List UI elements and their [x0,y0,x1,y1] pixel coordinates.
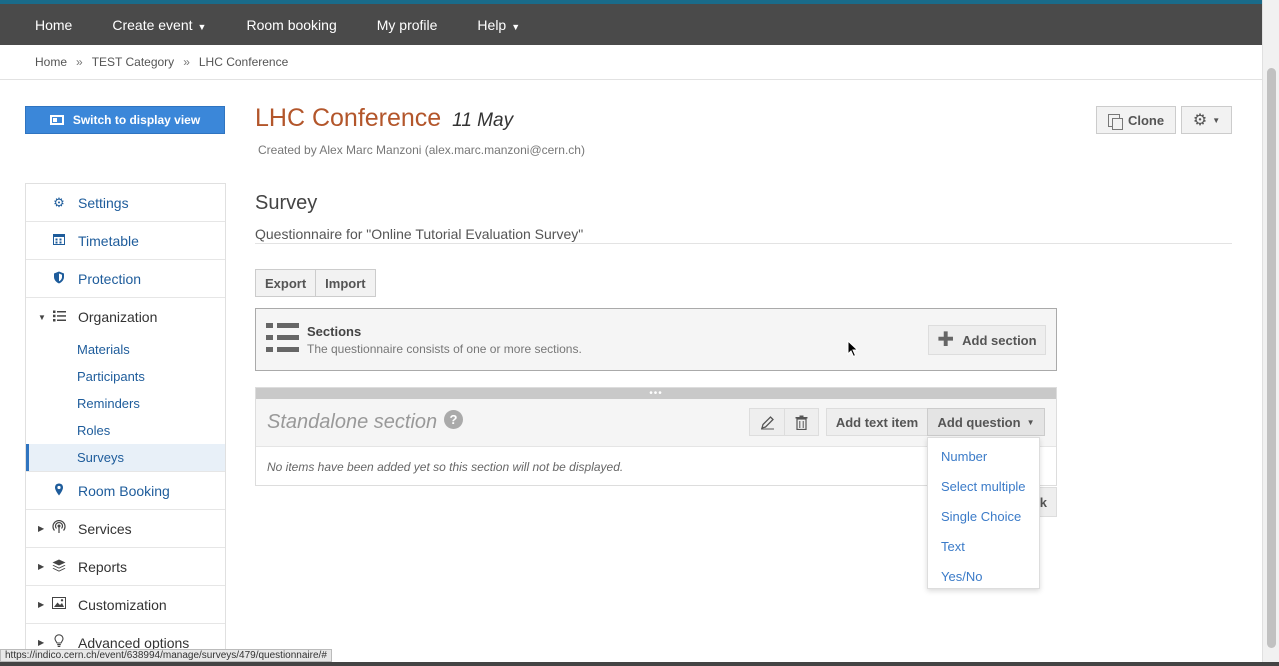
sidebar-item-services[interactable]: ▶ Services [26,510,225,548]
sections-info-box: Sections The questionnaire consists of o… [255,308,1057,371]
caret-down-icon: ▼ [1026,417,1035,427]
broadcast-icon [52,519,66,537]
caret-right-icon: ▶ [38,524,45,533]
plus-icon: ✚ [937,329,955,351]
clone-button[interactable]: Clone [1096,106,1176,134]
nav-create-event[interactable]: Create event ▼ [112,17,206,33]
calendar-icon [52,233,66,248]
event-settings-dropdown-button[interactable]: ⚙ ▼ [1181,106,1232,134]
created-by-text: Created by Alex Marc Manzoni (alex.marc.… [258,143,585,157]
nav-help[interactable]: Help ▼ [477,17,520,33]
question-type-number[interactable]: Number [928,441,1039,471]
empty-section-message: No items have been added yet so this sec… [267,460,624,474]
location-pin-icon [52,483,66,499]
question-type-select-multiple[interactable]: Select multiple [928,471,1039,501]
sidebar-item-reports[interactable]: ▶ Reports [26,548,225,586]
breadcrumb-separator: » [76,55,83,69]
browser-status-url: https://indico.cern.ch/event/638994/mana… [0,649,332,662]
event-title: LHC Conference [255,104,442,132]
scrollbar-thumb[interactable] [1267,68,1276,648]
question-type-single-choice[interactable]: Single Choice [928,501,1039,531]
trash-icon [795,415,808,430]
section-tools [749,408,819,436]
caret-down-icon: ▼ [511,21,521,32]
pencil-icon [760,415,774,429]
image-icon [52,597,66,612]
delete-section-button[interactable] [784,409,818,435]
caret-right-icon: ▶ [38,638,45,647]
page-title: LHC Conference 11 May [255,104,513,133]
gear-icon: ⚙ [1192,112,1208,129]
divider [255,243,1232,244]
breadcrumb-event[interactable]: LHC Conference [199,55,288,69]
display-icon [49,115,64,125]
caret-right-icon: ▶ [38,600,45,609]
sections-description: The questionnaire consists of one or mor… [307,342,582,356]
mouse-cursor-icon [847,340,859,358]
section-title: Standalone section [267,411,438,433]
sidebar-subitem-reminders[interactable]: Reminders [26,390,225,417]
sidebar-item-room-booking[interactable]: Room Booking [26,472,225,510]
export-button[interactable]: Export [256,270,315,296]
sidebar-subitem-materials[interactable]: Materials [26,336,225,363]
drag-handle[interactable]: ••• [256,388,1056,399]
copy-icon [1107,113,1123,130]
survey-title: Survey [255,192,318,214]
sidebar-item-settings[interactable]: ⚙ Settings [26,184,225,222]
add-section-button[interactable]: ✚ Add section [928,325,1046,355]
layers-icon [52,559,66,575]
nav-room-booking[interactable]: Room booking [246,17,336,33]
main-navbar: Home Create event ▼ Room booking My profi… [0,4,1262,45]
question-type-dropdown: Number Select multiple Single Choice Tex… [927,437,1040,589]
sidebar-subitem-roles[interactable]: Roles [26,417,225,444]
export-import-group: Export Import [255,269,376,297]
gear-icon: ⚙ [53,194,65,210]
sidebar-subitem-surveys[interactable]: Surveys [26,444,225,471]
caret-right-icon: ▶ [38,562,45,571]
nav-my-profile[interactable]: My profile [377,17,438,33]
sidebar-subitem-participants[interactable]: Participants [26,363,225,390]
event-date: 11 May [452,110,514,131]
import-button[interactable]: Import [315,270,374,296]
question-type-text[interactable]: Text [928,531,1039,561]
breadcrumb-separator: » [183,55,190,69]
breadcrumb-home[interactable]: Home [35,55,67,69]
organization-submenu: Materials Participants Reminders Roles S… [26,336,225,472]
switch-display-view-button[interactable]: Switch to display view [25,106,225,134]
add-text-item-button[interactable]: Add text item [826,408,928,436]
survey-subtitle: Questionnaire for "Online Tutorial Evalu… [255,226,584,242]
caret-down-icon: ▼ [38,312,46,322]
nav-home[interactable]: Home [35,17,72,33]
caret-down-icon: ▼ [197,21,207,32]
breadcrumb: Home » TEST Category » LHC Conference [0,45,1262,80]
caret-down-icon: ▼ [1212,115,1221,125]
list-icon [266,322,300,354]
shield-icon [52,271,66,287]
sidebar-item-customization[interactable]: ▶ Customization [26,586,225,624]
sidebar-item-organization[interactable]: ▼ Organization [26,298,225,336]
sidebar-item-protection[interactable]: Protection [26,260,225,298]
add-question-button[interactable]: Add question ▼ [927,408,1045,436]
edit-section-button[interactable] [750,409,784,435]
question-type-yes-no[interactable]: Yes/No [928,561,1039,591]
sidebar-menu: ⚙ Settings Timetable Protection ▼ Organi… [25,183,226,666]
sidebar-item-timetable[interactable]: Timetable [26,222,225,260]
bottom-strip [0,662,1279,666]
breadcrumb-category[interactable]: TEST Category [92,55,174,69]
sections-heading: Sections [307,324,362,339]
help-icon[interactable]: ? [444,410,463,429]
list-icon [52,310,66,325]
page-scrollbar[interactable] [1262,0,1279,666]
